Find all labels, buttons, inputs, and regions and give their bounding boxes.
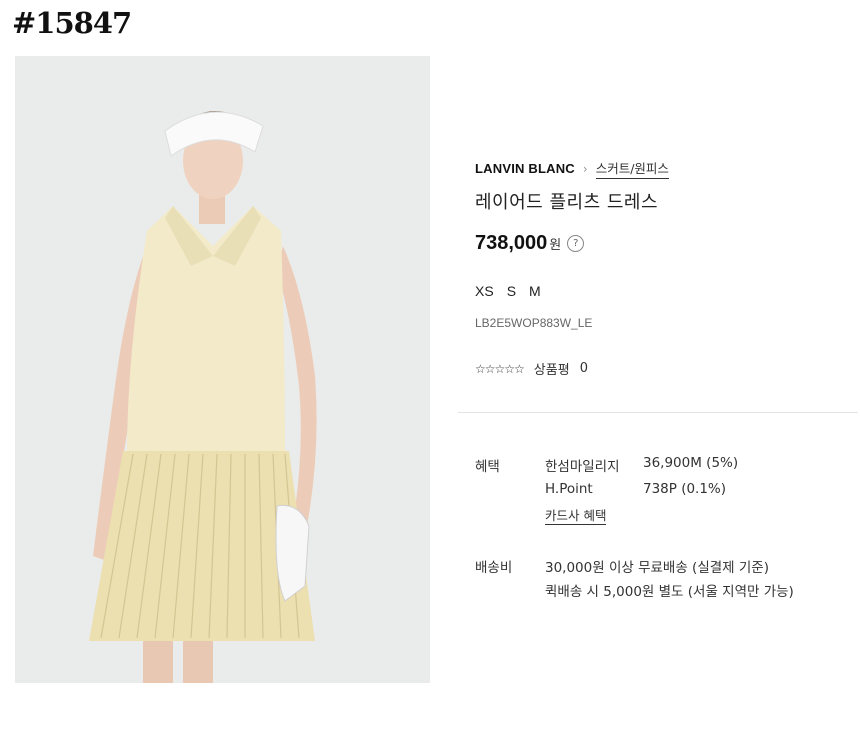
shipping-label: 배송비 xyxy=(475,560,513,576)
post-number-tag: #15847 xyxy=(12,6,132,40)
category-link[interactable]: 스커트/원피스 xyxy=(595,158,669,179)
product-info-panel: LANVIN BLANC › 스커트/원피스 레이어드 플리츠 드레스 738,… xyxy=(458,0,860,745)
product-image[interactable] xyxy=(15,56,430,683)
help-icon[interactable]: ? xyxy=(567,235,585,252)
product-code: LB2E5WOP883W_LE xyxy=(475,316,593,330)
breadcrumb: LANVIN BLANC › 스커트/원피스 xyxy=(475,158,669,179)
price-unit: 원 xyxy=(549,238,562,253)
benefit-value: 36,900M (5%) xyxy=(643,455,739,471)
benefit-name: H.Point xyxy=(545,481,593,497)
review-label: 상품평 xyxy=(533,363,570,378)
benefit-name: 한섬마일리지 xyxy=(545,459,620,475)
section-divider xyxy=(458,412,858,413)
model-illustration xyxy=(15,56,430,683)
star-rating-icon: ☆☆☆☆☆ xyxy=(475,361,525,376)
benefits-label: 혜택 xyxy=(475,459,500,475)
review-count: 0 xyxy=(579,361,588,376)
shipping-info-line2: 퀵배송 시 5,000원 별도 (서울 지역만 가능) xyxy=(545,584,794,600)
size-option-s[interactable]: S xyxy=(507,283,516,299)
product-title: 레이어드 플리츠 드레스 xyxy=(475,192,659,213)
card-benefit-link[interactable]: 카드사 혜택 xyxy=(545,505,607,525)
chevron-right-icon: › xyxy=(582,161,588,176)
brand-link[interactable]: LANVIN BLANC xyxy=(475,161,575,176)
price-row: 738,000 원 ? xyxy=(475,232,585,255)
size-option-xs[interactable]: XS xyxy=(475,283,494,299)
price-value: 738,000 xyxy=(475,232,548,254)
review-summary[interactable]: ☆☆☆☆☆ 상품평 0 xyxy=(475,359,588,378)
size-option-m[interactable]: M xyxy=(529,283,541,299)
shipping-info-line1: 30,000원 이상 무료배송 (실결제 기준) xyxy=(545,560,769,576)
size-options: XS S M xyxy=(475,283,541,299)
benefit-value: 738P (0.1%) xyxy=(643,481,727,497)
